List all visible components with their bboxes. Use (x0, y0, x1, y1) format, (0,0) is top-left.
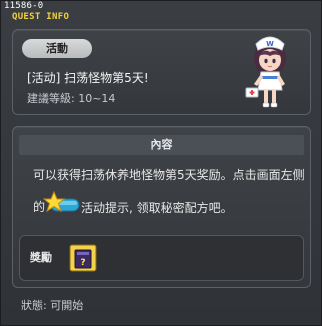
content-section-title: 內容 (19, 135, 304, 155)
event-title: [活动] 扫荡怪物第5天! (27, 71, 149, 85)
event-summary-panel: 活動 [活动] 扫荡怪物第5天! 建議等級: 10~14 W (12, 29, 311, 115)
quest-status: 狀態: 可開始 (21, 299, 84, 312)
quest-info-window: 11586-0 QUEST INFO 活動 [活动] 扫荡怪物第5天! 建議等級… (0, 0, 322, 326)
star-icon (43, 191, 80, 213)
event-badge: 活動 (22, 39, 92, 58)
recommended-level: 建議等級: 10~14 (27, 92, 116, 105)
reward-label: 獎勵 (30, 251, 52, 264)
description-line-1: 可以获得扫荡休养地怪物第5天奖励。点击画面左侧 (33, 168, 305, 182)
quest-id: 11586-0 (4, 1, 44, 11)
nurse-npc-icon: W (245, 36, 286, 108)
window-title: QUEST INFO (12, 12, 70, 22)
quest-content-panel: 內容 可以获得扫荡休养地怪物第5天奖励。点击画面左侧 的 活动提示, 领取秘密配… (12, 126, 311, 288)
svg-text:?: ? (80, 258, 85, 268)
reward-box: 獎勵 ? (19, 235, 304, 281)
recipe-book-icon[interactable]: ? (68, 243, 98, 273)
description-line-2-suffix: 活动提示, 领取秘密配方吧。 (81, 201, 233, 215)
svg-text:W: W (266, 40, 274, 48)
